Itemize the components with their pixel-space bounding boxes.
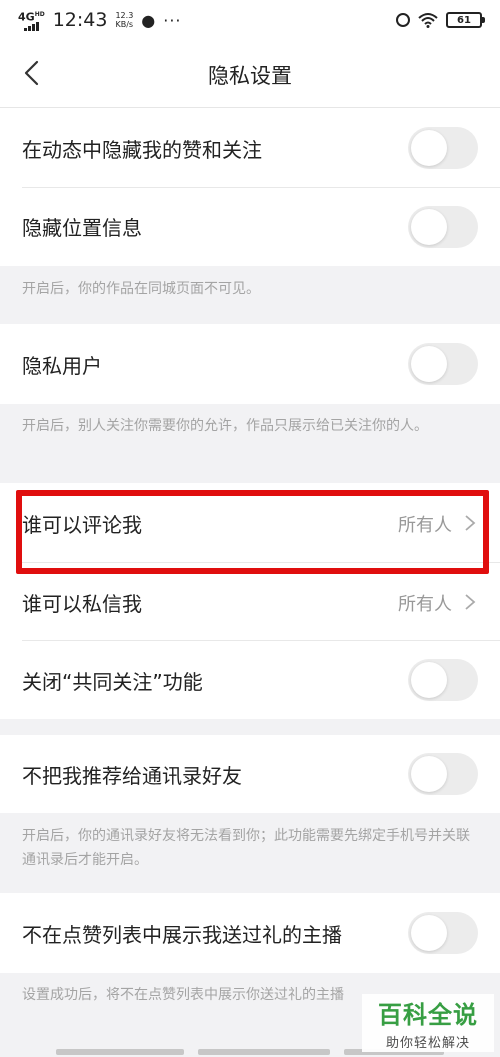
hide-contacts-toggle[interactable] [408,753,478,795]
wechat-icon: ● [141,10,156,30]
setting-hide-gift-streamers[interactable]: 不在点赞列表中展示我送过礼的主播 [0,893,500,973]
setting-label: 关闭“共同关注”功能 [22,670,203,694]
private-user-note: 开启后，别人关注你需要你的允许，作品只展示给已关注你的人。 [22,418,428,434]
nav-bar: 隐私设置 [0,40,500,108]
private-user-toggle[interactable] [408,343,478,385]
setting-hide-likes-follows[interactable]: 在动态中隐藏我的赞和关注 [0,108,500,188]
setting-hide-from-contacts[interactable]: 不把我推荐给通讯录好友 [0,735,500,813]
network-indicator: 4GHD [18,9,45,32]
network-type: 4GHD [18,10,45,24]
wifi-icon [418,13,438,28]
toggle-knob [411,915,447,951]
page-title: 隐私设置 [208,64,292,88]
setting-private-user[interactable]: 隐私用户 [0,324,500,404]
status-right: 61 [396,12,485,28]
setting-label: 在动态中隐藏我的赞和关注 [22,138,262,162]
hide-gift-toggle[interactable] [408,912,478,954]
hide-likes-toggle[interactable] [408,127,478,169]
contacts-note: 开启后，你的通讯录好友将无法看到你；此功能需要先绑定手机号并关联通讯录后才能开启… [22,828,470,868]
hide-location-toggle[interactable] [408,206,478,248]
setting-label: 不在点赞列表中展示我送过礼的主播 [22,923,342,947]
common-follow-toggle[interactable] [408,659,478,701]
setting-label: 隐藏位置信息 [22,216,142,240]
setting-who-can-message[interactable]: 谁可以私信我 所有人 [0,563,500,641]
battery-icon: 61 [446,12,485,28]
watermark-subtitle: 助你轻松解决 [385,1036,470,1051]
setting-close-common-follow[interactable]: 关闭“共同关注”功能 [0,641,500,719]
highlight-box [16,490,489,574]
toggle-knob [411,130,447,166]
status-bar: 4GHD 12:43 12.3 KB/s ● ··· 61 [0,0,500,40]
toggle-knob [411,662,447,698]
chevron-right-icon [465,594,476,610]
more-notifications: ··· [163,10,182,30]
toggle-knob [411,756,447,792]
toggle-knob [411,209,447,245]
location-note: 开启后，你的作品在同城页面不可见。 [22,281,260,297]
setting-label: 不把我推荐给通讯录好友 [22,764,242,788]
message-permission-value: 所有人 [398,594,452,615]
alarm-icon [396,13,410,27]
clock: 12:43 [52,9,108,31]
status-left: 4GHD 12:43 12.3 KB/s ● ··· [18,9,182,32]
toggle-knob [411,346,447,382]
watermark-logo: 百科全说 助你轻松解决 [362,994,494,1052]
signal-icon [23,22,39,32]
watermark-title: 百科全说 [378,1001,478,1029]
setting-hide-location[interactable]: 隐藏位置信息 [0,188,500,266]
setting-label: 谁可以私信我 [22,592,142,616]
setting-label: 隐私用户 [22,354,102,378]
network-speed: 12.3 KB/s [115,11,134,29]
